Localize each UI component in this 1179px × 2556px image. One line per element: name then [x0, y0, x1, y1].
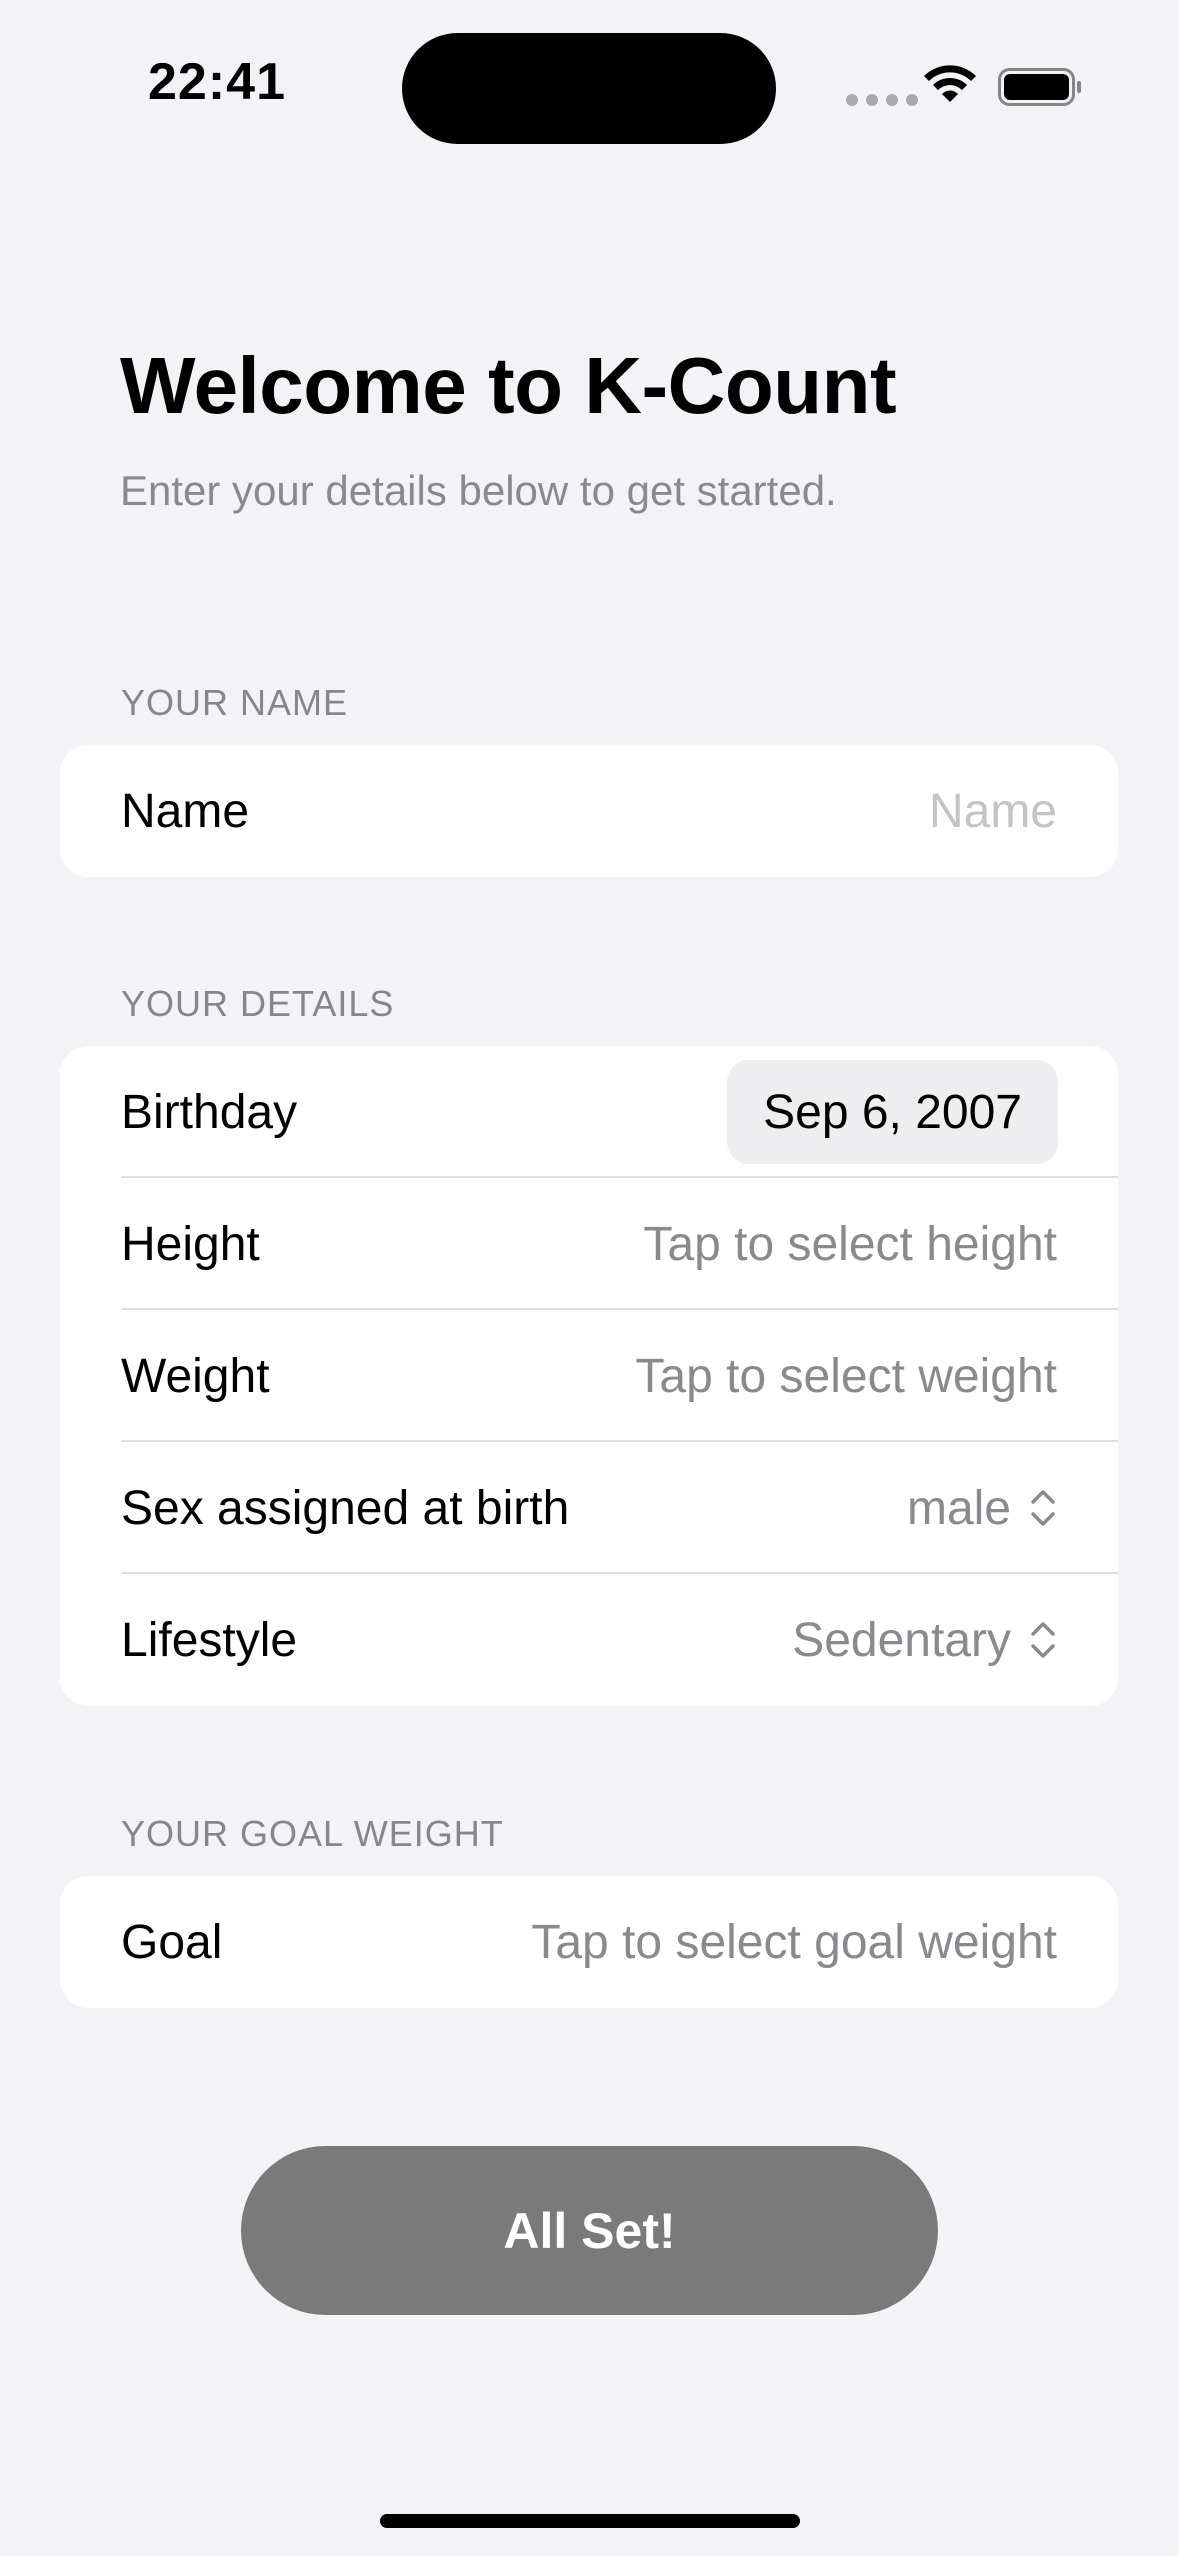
height-value[interactable]: Tap to select height: [643, 1217, 1057, 1272]
birthday-date-picker[interactable]: Sep 6, 2007: [727, 1060, 1058, 1164]
name-card: Name Name: [60, 745, 1118, 877]
page-subtitle: Enter your details below to get started.: [120, 467, 837, 514]
goal-card: Goal Tap to select goal weight: [60, 1876, 1118, 2008]
lifestyle-row[interactable]: Lifestyle Sedentary: [60, 1574, 1118, 1706]
section-label-goal: YOUR GOAL WEIGHT: [121, 1813, 504, 1854]
battery-icon: [998, 68, 1081, 106]
sex-value: male: [906, 1481, 1011, 1535]
page-title: Welcome to K-Count: [120, 341, 897, 430]
wifi-icon: [924, 65, 976, 102]
dynamic-island: [402, 33, 776, 144]
weight-value[interactable]: Tap to select weight: [635, 1349, 1057, 1404]
weight-row[interactable]: Weight Tap to select weight: [60, 1310, 1118, 1442]
section-label-name: YOUR NAME: [121, 682, 349, 723]
lifestyle-label: Lifestyle: [121, 1613, 298, 1667]
sex-label: Sex assigned at birth: [121, 1481, 570, 1535]
name-input[interactable]: Name: [929, 784, 1057, 839]
details-card: Birthday Sep 6, 2007 Height Tap to selec…: [60, 1046, 1118, 1706]
cellular-signal-icon: [846, 94, 918, 106]
name-row[interactable]: Name Name: [60, 745, 1118, 877]
goal-label: Goal: [121, 1915, 223, 1969]
height-label: Height: [121, 1217, 260, 1271]
birthday-label: Birthday: [121, 1085, 298, 1139]
height-row[interactable]: Height Tap to select height: [60, 1178, 1118, 1310]
section-label-details: YOUR DETAILS: [121, 983, 395, 1024]
sex-row[interactable]: Sex assigned at birth male: [60, 1442, 1118, 1574]
lifestyle-picker[interactable]: Sedentary: [792, 1613, 1057, 1668]
all-set-button[interactable]: All Set!: [241, 2146, 938, 2315]
goal-row[interactable]: Goal Tap to select goal weight: [60, 1876, 1118, 2008]
chevron-up-down-icon: [1031, 1490, 1055, 1526]
birthday-row: Birthday Sep 6, 2007: [60, 1046, 1118, 1178]
home-indicator[interactable]: [380, 2514, 800, 2528]
lifestyle-value: Sedentary: [792, 1613, 1011, 1667]
weight-label: Weight: [121, 1349, 270, 1403]
chevron-up-down-icon: [1031, 1622, 1055, 1658]
name-label: Name: [121, 784, 250, 838]
goal-value[interactable]: Tap to select goal weight: [531, 1915, 1057, 1970]
sex-picker[interactable]: male: [907, 1481, 1057, 1536]
status-time: 22:41: [148, 53, 286, 111]
